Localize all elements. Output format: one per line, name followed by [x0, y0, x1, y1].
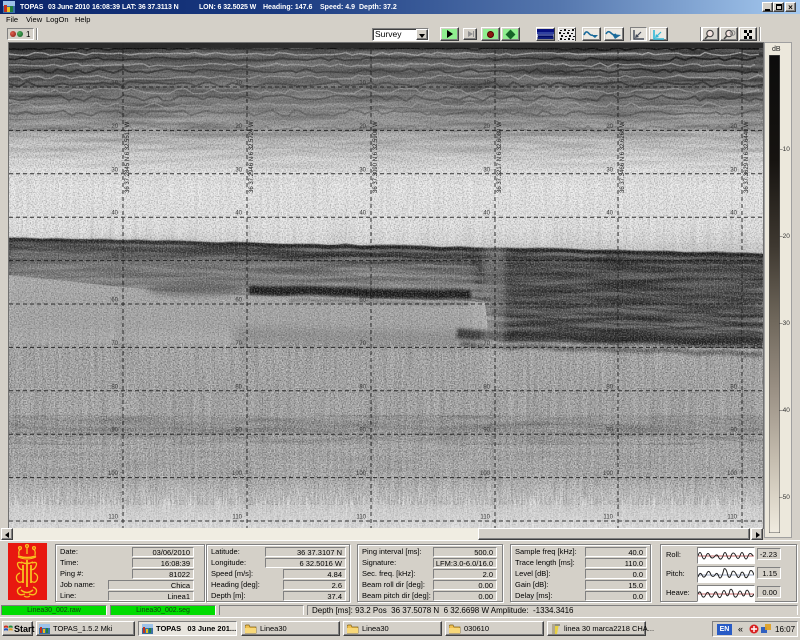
- svg-text:60: 60: [606, 298, 613, 304]
- svg-text:60: 60: [111, 298, 118, 304]
- svg-text:100: 100: [480, 471, 491, 477]
- svg-text:60: 60: [730, 298, 737, 304]
- svg-text:60: 60: [235, 298, 242, 304]
- svg-text:100: 100: [727, 471, 738, 477]
- svg-text:40: 40: [606, 211, 613, 217]
- svg-text:80: 80: [235, 384, 242, 390]
- svg-text:40: 40: [730, 211, 737, 217]
- svg-text:30: 30: [111, 167, 118, 173]
- svg-text:10: 10: [359, 81, 366, 87]
- svg-text:10: 10: [235, 81, 242, 87]
- svg-text:70: 70: [730, 341, 737, 347]
- svg-text:110: 110: [356, 515, 366, 521]
- svg-text:70: 70: [235, 341, 242, 347]
- svg-text:40: 40: [235, 211, 242, 217]
- svg-text:90: 90: [111, 428, 118, 434]
- svg-text:30: 30: [730, 167, 737, 173]
- svg-text:36 37.3217 N 6 32.6080 W: 36 37.3217 N 6 32.6080 W: [497, 121, 503, 193]
- svg-text:10: 10: [730, 81, 737, 87]
- svg-text:70: 70: [111, 341, 118, 347]
- svg-text:36 37.2946 N 6 32.5724 W: 36 37.2946 N 6 32.5724 W: [249, 121, 255, 193]
- svg-text:110: 110: [480, 515, 490, 521]
- svg-text:110: 110: [232, 515, 242, 521]
- svg-text:80: 80: [359, 384, 366, 390]
- svg-text:90: 90: [483, 428, 490, 434]
- svg-text:20: 20: [483, 124, 490, 130]
- svg-text:36 37.3466 N 6 32.6260 W: 36 37.3466 N 6 32.6260 W: [620, 121, 626, 193]
- svg-text:30: 30: [359, 167, 366, 173]
- svg-text:90: 90: [606, 428, 613, 434]
- svg-text:36 37.2845 N 6 32.5511 W: 36 37.2845 N 6 32.5511 W: [125, 121, 131, 193]
- svg-text:50: 50: [235, 254, 242, 260]
- svg-text:36 37.3090 N 6 32.5900 W: 36 37.3090 N 6 32.5900 W: [373, 121, 379, 193]
- svg-text:20: 20: [111, 124, 118, 130]
- svg-text:40: 40: [111, 211, 118, 217]
- svg-text:90: 90: [235, 428, 242, 434]
- svg-text:90: 90: [730, 428, 737, 434]
- svg-text:20: 20: [235, 124, 242, 130]
- svg-text:40: 40: [359, 211, 366, 217]
- svg-text:110: 110: [108, 515, 118, 521]
- svg-text:100: 100: [108, 471, 119, 477]
- svg-text:50: 50: [483, 254, 490, 260]
- svg-text:36 37.3629 N 6 32.6440 W: 36 37.3629 N 6 32.6440 W: [744, 121, 750, 193]
- svg-text:40: 40: [483, 211, 490, 217]
- svg-text:70: 70: [359, 341, 366, 347]
- svg-text:80: 80: [111, 384, 118, 390]
- svg-text:70: 70: [483, 341, 490, 347]
- svg-text:10: 10: [111, 81, 118, 87]
- svg-text:100: 100: [603, 471, 614, 477]
- svg-text:30: 30: [483, 167, 490, 173]
- svg-text:80: 80: [730, 384, 737, 390]
- svg-text:10: 10: [483, 81, 490, 87]
- svg-text:60: 60: [359, 298, 366, 304]
- svg-text:50: 50: [111, 254, 118, 260]
- svg-text:100: 100: [356, 471, 367, 477]
- svg-text:70: 70: [606, 341, 613, 347]
- svg-text:100: 100: [232, 471, 243, 477]
- svg-text:50: 50: [730, 254, 737, 260]
- svg-text:30: 30: [235, 167, 242, 173]
- svg-text:80: 80: [606, 384, 613, 390]
- svg-text:80: 80: [483, 384, 490, 390]
- svg-text:60: 60: [483, 298, 490, 304]
- svg-text:30: 30: [606, 167, 613, 173]
- svg-text:20: 20: [606, 124, 613, 130]
- svg-text:10: 10: [606, 81, 613, 87]
- svg-text:20: 20: [359, 124, 366, 130]
- svg-text:20: 20: [730, 124, 737, 130]
- svg-text:90: 90: [359, 428, 366, 434]
- svg-text:50: 50: [359, 254, 366, 260]
- svg-text:110: 110: [603, 515, 613, 521]
- svg-text:110: 110: [727, 515, 737, 521]
- svg-text:50: 50: [606, 254, 613, 260]
